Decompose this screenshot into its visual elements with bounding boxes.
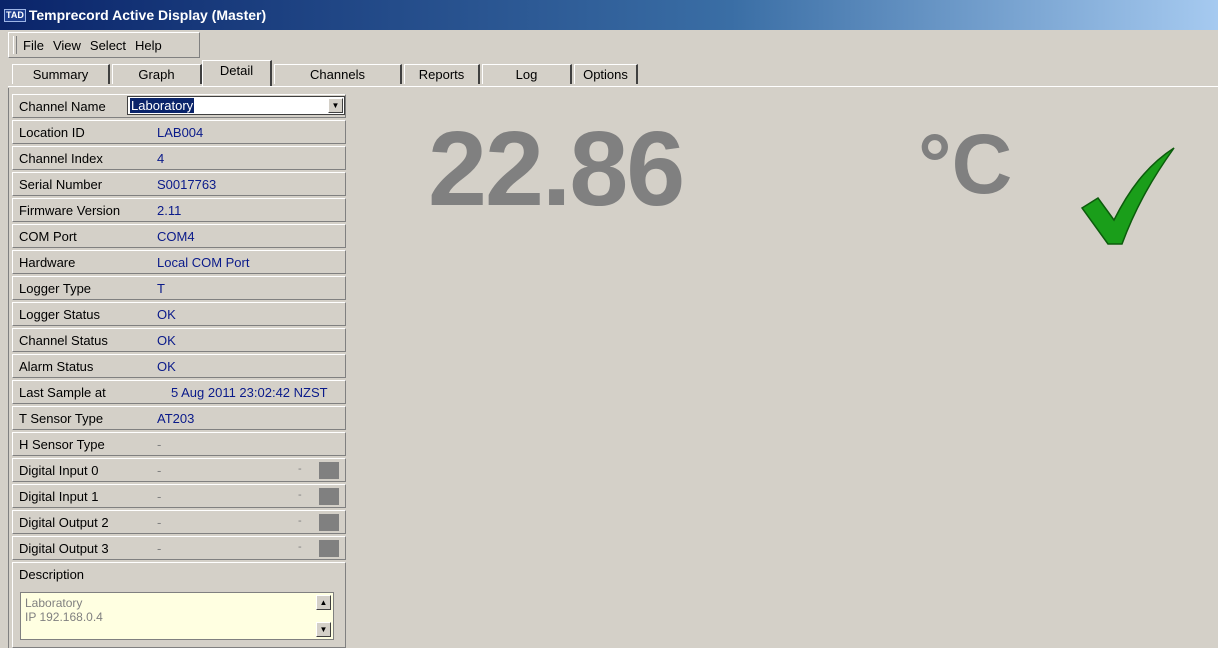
dropdown-arrow-icon[interactable]: ▼ — [328, 98, 343, 113]
tab-summary[interactable]: Summary — [12, 64, 110, 84]
field-label: Last Sample at — [19, 385, 106, 400]
window-title: Temprecord Active Display (Master) — [28, 7, 267, 23]
tab-detail[interactable]: Detail — [202, 60, 272, 86]
channel-name-value: Laboratory — [130, 98, 195, 113]
temperature-unit: °C — [918, 117, 1013, 211]
field-value: AT203 — [157, 411, 195, 426]
menu-view[interactable]: View — [53, 38, 81, 53]
menu-grip — [13, 36, 17, 54]
digital-indicator — [319, 462, 339, 479]
field-row-last-sample: Last Sample at 5 Aug 2011 23:02:42 NZST — [12, 380, 346, 404]
tab-graph[interactable]: Graph — [112, 64, 202, 84]
app-logo: TAD — [4, 8, 26, 22]
field-value: 5 Aug 2011 23:02:42 NZST — [171, 385, 328, 400]
digital-value: - — [157, 541, 162, 556]
field-row-com-port: COM Port COM4 — [12, 224, 346, 248]
digital-indicator — [319, 540, 339, 557]
field-label: T Sensor Type — [19, 411, 104, 426]
field-label: Hardware — [19, 255, 76, 270]
field-row-logger-status: Logger Status OK — [12, 302, 346, 326]
field-value: OK — [157, 307, 176, 322]
title-bar: TAD Temprecord Active Display (Master) — [0, 0, 1218, 30]
description-label: Description — [19, 567, 85, 582]
description-line: IP 192.168.0.4 — [25, 610, 103, 624]
tab-reports[interactable]: Reports — [404, 64, 480, 84]
field-row-channel-status: Channel Status OK — [12, 328, 346, 352]
field-row-channel-index: Channel Index 4 — [12, 146, 346, 170]
digital-value: - — [157, 515, 162, 530]
field-label: Alarm Status — [19, 359, 94, 374]
field-label: Channel Index — [19, 151, 103, 166]
menu-file[interactable]: File — [23, 38, 44, 53]
temperature-reading: 22.86 — [428, 110, 685, 228]
digital-state: - — [298, 541, 302, 553]
channel-name-row: Channel Name Laboratory ▼ — [12, 94, 346, 118]
digital-value: - — [157, 463, 162, 478]
channel-name-select[interactable]: Laboratory ▼ — [127, 96, 345, 115]
tab-underline — [8, 86, 1218, 87]
field-label: Logger Status — [19, 307, 100, 322]
digital-row: Digital Output 2 - - — [12, 510, 346, 534]
field-row-location-id: Location ID LAB004 — [12, 120, 346, 144]
field-value: T — [157, 281, 165, 296]
field-value: COM4 — [157, 229, 195, 244]
field-label: Firmware Version — [19, 203, 121, 218]
digital-row: Digital Input 1 - - — [12, 484, 346, 508]
field-value: - — [157, 437, 162, 452]
field-value: 4 — [157, 151, 165, 166]
menu-bar: File View Select Help — [8, 32, 200, 58]
digital-label: Digital Input 1 — [19, 489, 99, 504]
digital-value: - — [157, 489, 162, 504]
digital-state: - — [298, 463, 302, 475]
field-value: 2.11 — [157, 203, 182, 218]
menu-select[interactable]: Select — [90, 38, 126, 53]
field-row-t-sensor-type: T Sensor Type AT203 — [12, 406, 346, 430]
description-textarea[interactable]: Laboratory IP 192.168.0.4 ▲ ▼ — [20, 592, 334, 640]
scroll-down-icon[interactable]: ▼ — [316, 622, 331, 637]
field-value: Local COM Port — [157, 255, 250, 270]
field-row-logger-type: Logger Type T — [12, 276, 346, 300]
digital-indicator — [319, 488, 339, 505]
field-value: S0017763 — [157, 177, 217, 192]
digital-indicator — [319, 514, 339, 531]
description-line: Laboratory — [25, 596, 83, 610]
field-row-firmware-version: Firmware Version 2.11 — [12, 198, 346, 222]
digital-row: Digital Input 0 - - — [12, 458, 346, 482]
digital-row: Digital Output 3 - - — [12, 536, 346, 560]
channel-name-label: Channel Name — [19, 99, 106, 114]
field-value: LAB004 — [157, 125, 204, 140]
field-label: COM Port — [19, 229, 77, 244]
field-label: Serial Number — [19, 177, 103, 192]
tab-log[interactable]: Log — [482, 64, 572, 84]
tab-strip: Summary Graph Detail Channels Reports Lo… — [8, 60, 1218, 86]
detail-panel: Channel Name Laboratory ▼ Location ID LA… — [12, 94, 346, 648]
digital-state: - — [298, 515, 302, 527]
field-value: OK — [157, 333, 176, 348]
menu-help[interactable]: Help — [135, 38, 162, 53]
digital-label: Digital Output 3 — [19, 541, 109, 556]
field-value: OK — [157, 359, 176, 374]
scroll-up-icon[interactable]: ▲ — [316, 595, 331, 610]
tab-options[interactable]: Options — [574, 64, 638, 84]
tab-channels[interactable]: Channels — [274, 64, 402, 84]
field-row-alarm-status: Alarm Status OK — [12, 354, 346, 378]
check-icon — [1080, 147, 1175, 245]
digital-label: Digital Input 0 — [19, 463, 99, 478]
field-label: Location ID — [19, 125, 85, 140]
field-label: H Sensor Type — [19, 437, 105, 452]
digital-state: - — [298, 489, 302, 501]
field-row-hardware: Hardware Local COM Port — [12, 250, 346, 274]
field-row-serial-number: Serial Number S0017763 — [12, 172, 346, 196]
digital-label: Digital Output 2 — [19, 515, 109, 530]
field-label: Channel Status — [19, 333, 108, 348]
field-row-h-sensor-type: H Sensor Type - — [12, 432, 346, 456]
field-label: Logger Type — [19, 281, 92, 296]
